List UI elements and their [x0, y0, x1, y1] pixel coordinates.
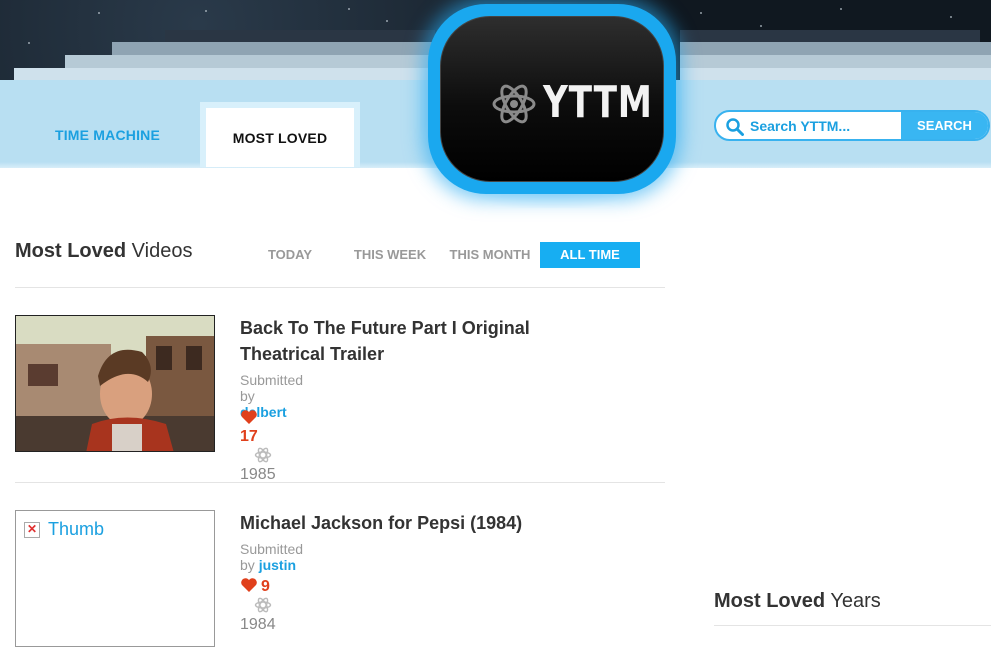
submitted-by: Submitted by justin — [240, 541, 303, 573]
title-strong: Most Loved — [15, 240, 127, 262]
love-count: 17 — [240, 428, 258, 445]
divider — [714, 625, 991, 626]
atom-icon — [254, 597, 272, 613]
video-stats: 9 1984 — [240, 577, 276, 634]
filter-this-week[interactable]: THIS WEEK — [344, 242, 436, 268]
years-title-strong: Most Loved — [714, 590, 826, 612]
submitter-link[interactable]: justin — [259, 557, 296, 573]
thumbnail-image — [16, 316, 214, 451]
video-title[interactable]: Back To The Future Part I Original Theat… — [240, 315, 600, 367]
filter-this-month[interactable]: THIS MONTH — [444, 242, 536, 268]
years-title-rest: Years — [825, 590, 881, 612]
search-box: SEARCH — [714, 110, 990, 141]
submitted-prefix: Submitted by — [240, 372, 304, 404]
video-year[interactable]: 1984 — [240, 616, 276, 633]
logo-text: YTTM — [543, 77, 653, 128]
broken-image-placeholder: ✕ Thumb — [24, 519, 104, 540]
video-title[interactable]: Michael Jackson for Pepsi (1984) — [240, 510, 600, 536]
title-rest: Videos — [126, 240, 193, 262]
search-icon — [726, 118, 744, 136]
filter-today[interactable]: TODAY — [252, 242, 328, 268]
filter-all-time[interactable]: ALL TIME — [540, 242, 640, 268]
heart-icon[interactable] — [240, 409, 258, 425]
nav-tab-time-machine[interactable]: TIME MACHINE — [30, 103, 185, 168]
heart-icon[interactable] — [240, 577, 258, 593]
section-title-years: Most Loved Years — [714, 590, 881, 613]
search-button[interactable]: SEARCH — [901, 112, 988, 139]
section-title-videos: Most Loved Videos — [15, 240, 192, 263]
divider — [15, 482, 665, 483]
search-input[interactable] — [750, 112, 900, 139]
thumb-alt-text: Thumb — [48, 519, 105, 539]
video-thumbnail[interactable]: ✕ Thumb — [15, 510, 215, 647]
atom-icon — [492, 84, 536, 124]
site-logo[interactable]: YTTM — [428, 4, 676, 194]
love-count: 9 — [261, 578, 270, 595]
divider — [15, 287, 665, 288]
video-stats: 17 1985 — [240, 409, 276, 484]
video-year[interactable]: 1985 — [240, 466, 276, 483]
broken-image-icon: ✕ — [24, 522, 40, 538]
nav-tab-most-loved[interactable]: MOST LOVED — [200, 102, 360, 167]
atom-icon — [254, 447, 272, 463]
video-thumbnail[interactable] — [15, 315, 215, 452]
